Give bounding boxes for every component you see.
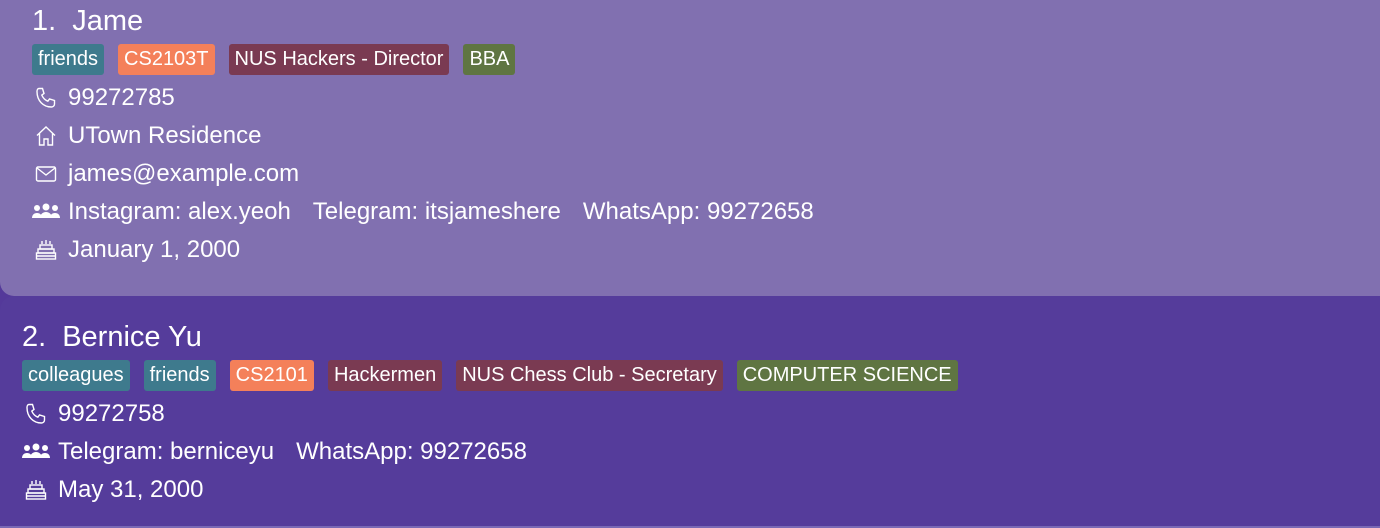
phone-field: 99272785 xyxy=(32,79,1380,117)
socials-field: Telegram: berniceyu WhatsApp: 99272658 xyxy=(22,433,1380,471)
person-index: 2. xyxy=(22,321,47,353)
phone-field: 99272758 xyxy=(22,395,1380,433)
email-text: james@example.com xyxy=(68,160,300,187)
birthday-text: May 31, 2000 xyxy=(58,476,204,503)
home-icon xyxy=(32,122,60,150)
socials-field: Instagram: alex.yeoh Telegram: itsjamesh… xyxy=(32,193,1380,231)
phone-text: 99272785 xyxy=(68,84,175,111)
mail-icon xyxy=(32,160,60,188)
person-name: Jame xyxy=(72,5,144,37)
tag: CS2101 xyxy=(229,360,314,391)
tag: NUS Hackers - Director xyxy=(228,44,450,75)
tag: Hackermen xyxy=(327,360,443,391)
tag: NUS Chess Club - Secretary xyxy=(456,360,723,391)
social-whatsapp: WhatsApp: 99272658 xyxy=(296,438,527,465)
person-index: 1. xyxy=(32,5,57,37)
tag: colleagues xyxy=(22,360,130,391)
birthday-field: May 31, 2000 xyxy=(22,471,1380,509)
social-whatsapp: WhatsApp: 99272658 xyxy=(582,198,814,225)
phone-icon xyxy=(32,84,60,112)
cake-icon xyxy=(22,476,50,504)
person-name: Bernice Yu xyxy=(62,321,202,353)
social-instagram: Instagram: alex.yeoh xyxy=(68,198,291,225)
person-card[interactable]: 2. Bernice Yu colleagues friends CS2101 … xyxy=(0,296,1380,528)
people-icon xyxy=(32,198,60,226)
person-header: 1. Jame xyxy=(32,0,1380,40)
birthday-field: January 1, 2000 xyxy=(32,231,1380,269)
social-telegram: Telegram: itsjameshere xyxy=(312,198,561,225)
tag: friends xyxy=(32,44,105,75)
tag: CS2103T xyxy=(118,44,215,75)
person-header: 2. Bernice Yu xyxy=(22,296,1380,356)
tag: COMPUTER SCIENCE xyxy=(736,360,958,391)
person-list: 1. Jame friends CS2103T NUS Hackers - Di… xyxy=(0,0,1380,528)
birthday-text: January 1, 2000 xyxy=(68,236,241,263)
tag-list: friends CS2103T NUS Hackers - Director B… xyxy=(32,44,1380,75)
phone-text: 99272758 xyxy=(58,400,165,427)
phone-icon xyxy=(22,400,50,428)
address-field: UTown Residence xyxy=(32,117,1380,155)
person-card[interactable]: 1. Jame friends CS2103T NUS Hackers - Di… xyxy=(0,0,1380,296)
tag: BBA xyxy=(463,44,516,75)
address-text: UTown Residence xyxy=(68,122,262,149)
email-field: james@example.com xyxy=(32,155,1380,193)
cake-icon xyxy=(32,236,60,264)
people-icon xyxy=(22,438,50,466)
tag: friends xyxy=(143,360,216,391)
social-telegram: Telegram: berniceyu xyxy=(58,438,275,465)
tag-list: colleagues friends CS2101 Hackermen NUS … xyxy=(22,360,1380,391)
